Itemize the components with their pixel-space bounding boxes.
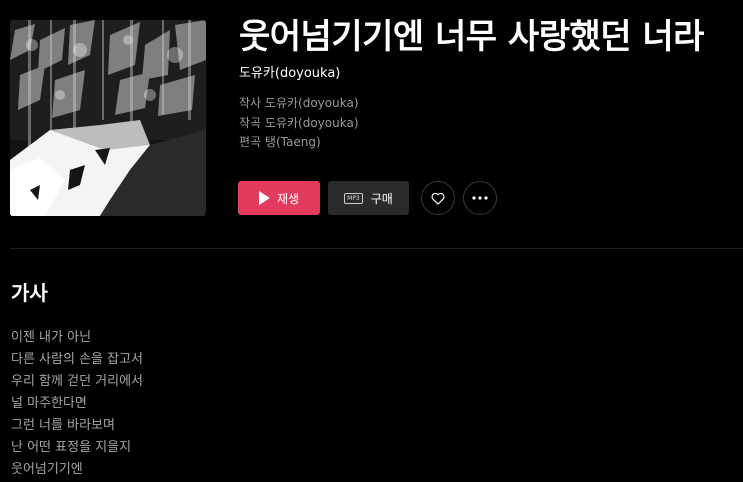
credits-list: 작사 도유카(doyouka) 작곡 도유카(doyouka) 편곡 탱(Tae…	[239, 94, 739, 153]
heart-icon	[431, 192, 445, 205]
credit-name[interactable]: 도유카(doyouka)	[265, 96, 359, 110]
credit-lyricist: 작사 도유카(doyouka)	[239, 94, 739, 114]
credit-arranger: 편곡 탱(Taeng)	[239, 133, 739, 153]
lyrics-body: 이젠 내가 아닌 다른 사람의 손을 잡고서 우리 함께 걷던 거리에서 널 마…	[11, 327, 143, 481]
play-button[interactable]: 재생	[238, 181, 320, 215]
song-info: 웃어넘기기엔 너무 사랑했던 너라 도유카(doyouka) 작사 도유카(do…	[239, 14, 739, 153]
more-button[interactable]	[463, 181, 497, 215]
play-label: 재생	[276, 191, 300, 206]
lyrics-heading: 가사	[11, 281, 48, 305]
lyric-line: 널 마주한다면	[11, 396, 87, 411]
credit-name[interactable]: 탱(Taeng)	[265, 135, 321, 149]
album-cover[interactable]	[10, 20, 206, 216]
lyric-line: 그런 너를 바라보며	[11, 418, 115, 433]
play-icon	[258, 191, 270, 205]
song-title: 웃어넘기기엔 너무 사랑했던 너라	[239, 17, 704, 57]
section-divider	[10, 248, 743, 249]
credit-role: 편곡	[239, 135, 262, 149]
lyric-line: 난 어떤 표정을 지을지	[11, 440, 132, 455]
action-bar: 재생 MP3 구매	[238, 181, 497, 215]
credit-composer: 작곡 도유카(doyouka)	[239, 114, 739, 134]
lyric-line: 다른 사람의 손을 잡고서	[11, 352, 143, 367]
credit-role: 작곡	[239, 115, 262, 130]
album-cover-image	[10, 20, 206, 216]
artist-link[interactable]: 도유카(doyouka)	[239, 65, 739, 83]
buy-label: 구매	[370, 191, 393, 206]
credit-name[interactable]: 도유카(doyouka)	[265, 116, 359, 130]
more-horizontal-icon	[472, 196, 488, 200]
mp3-icon: MP3	[344, 192, 363, 204]
credit-role: 작사	[239, 96, 262, 110]
like-button[interactable]	[421, 181, 455, 215]
lyric-line: 웃어넘기기엔	[11, 462, 83, 477]
lyric-line: 이젠 내가 아닌	[11, 330, 92, 345]
lyric-line: 우리 함께 걷던 거리에서	[11, 374, 143, 389]
buy-button[interactable]: MP3 구매	[328, 181, 409, 215]
